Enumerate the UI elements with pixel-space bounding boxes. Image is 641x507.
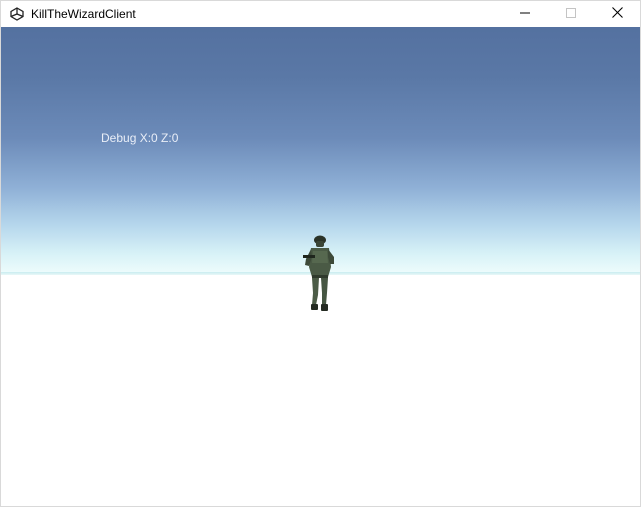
player-soldier-character: [301, 233, 339, 313]
window-title: KillTheWizardClient: [31, 7, 136, 21]
close-icon: [611, 5, 623, 23]
unity-icon: [9, 6, 25, 22]
app-window: KillTheWizardClient Debug X:0 Z:0: [0, 0, 641, 507]
close-button[interactable]: [594, 1, 640, 27]
game-viewport[interactable]: Debug X:0 Z:0: [1, 27, 640, 506]
title-bar[interactable]: KillTheWizardClient: [1, 1, 640, 27]
minimize-button[interactable]: [502, 1, 548, 27]
minimize-icon: [520, 5, 530, 23]
debug-coordinates-label: Debug X:0 Z:0: [101, 131, 179, 145]
window-controls: [502, 1, 640, 27]
maximize-icon: [566, 5, 576, 23]
maximize-button[interactable]: [548, 1, 594, 27]
